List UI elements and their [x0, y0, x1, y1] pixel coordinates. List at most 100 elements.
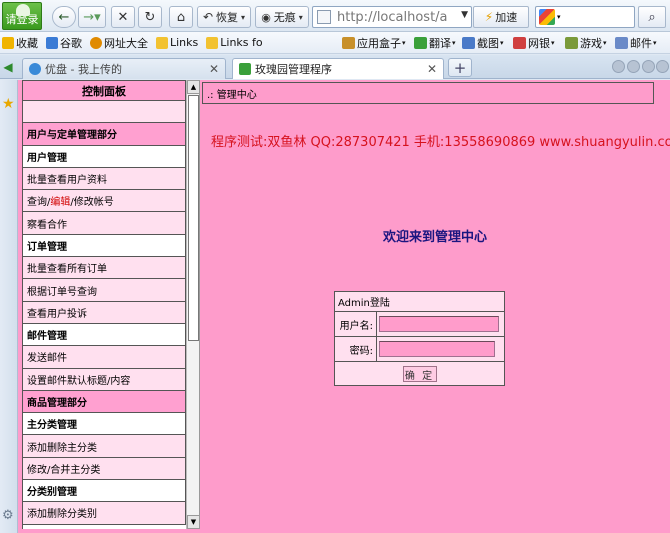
scroll-down-icon[interactable]: ▼ [187, 515, 200, 529]
address-url: http://localhost/adn [337, 9, 447, 25]
stop-button[interactable]: ✕ [111, 6, 135, 28]
menu-item-mail-defaults[interactable]: 设置邮件默认标题/内容 [23, 368, 186, 391]
sidebar-toggle-button[interactable]: ◀ [0, 58, 16, 76]
bookmark-item[interactable]: 谷歌 [46, 35, 82, 51]
chevron-down-icon: ▾ [298, 12, 303, 22]
apps-box-button[interactable]: 应用盒子 ▾ [342, 35, 406, 51]
scrollbar-thumb[interactable] [188, 95, 199, 341]
speed-button[interactable]: ⚡ 加速 [473, 6, 529, 28]
screenshot-button[interactable]: 截图 ▾ [462, 35, 504, 51]
tab-youpan[interactable]: 优盘 - 我上传的 ✕ [22, 58, 226, 79]
new-tab-button[interactable]: + [448, 58, 472, 77]
incognito-button[interactable]: ◉ 无痕 ▾ [255, 6, 309, 28]
close-icon[interactable]: ✕ [209, 62, 219, 76]
control-panel: 控制面板 用户与定单管理部分 用户管理 批量查看用户资料 查询/编辑/修改帐号 … [22, 80, 186, 529]
tab-favicon-icon [29, 63, 41, 75]
tab-scroll-right-icon[interactable] [627, 60, 640, 73]
back-button[interactable]: ← [52, 6, 76, 28]
games-icon [565, 37, 578, 49]
undo-icon: ↶ [202, 10, 214, 24]
login-heading: Admin登陆 [335, 292, 504, 312]
browser-toolbar: 请登录 ← →▾ ✕ ↻ ⌂ ↶ 恢复 ▾ ◉ 无痕 ▾ http://loca… [0, 0, 670, 32]
bookmark-item[interactable]: 收藏 [2, 35, 38, 51]
translate-icon [414, 37, 427, 49]
menu-group: 邮件管理 [23, 323, 186, 347]
translate-button[interactable]: 翻译 ▾ [414, 35, 456, 51]
menu-item-view-complaints[interactable]: 查看用户投诉 [23, 301, 186, 324]
bank-button[interactable]: 网银 ▾ [513, 35, 555, 51]
password-input[interactable] [379, 341, 495, 357]
bookmark-label: 收藏 [16, 36, 38, 50]
gear-icon[interactable]: ⚙ [2, 508, 14, 523]
sidebar-toggle-icon: ◀ [3, 60, 13, 74]
menu-item-merge-main-category[interactable]: 修改/合并主分类 [23, 457, 186, 481]
chevron-down-icon: ▾ [653, 39, 657, 47]
menu-item-query-order[interactable]: 根据订单号查询 [23, 279, 186, 302]
speed-label: 加速 [495, 11, 518, 24]
menu-item-view-cooperation[interactable]: 察看合作 [23, 212, 186, 235]
bookmark-label: Links fo [220, 36, 263, 49]
star-icon[interactable]: ★ [2, 96, 15, 112]
search-button[interactable]: ⌕ [638, 6, 666, 28]
tab-scroll-left-icon[interactable] [612, 60, 625, 73]
restore-button[interactable]: ↶ 恢复 ▾ [197, 6, 251, 28]
home-button[interactable]: ⌂ [169, 6, 193, 28]
star-icon [2, 36, 14, 49]
menu-item-batch-view-users[interactable]: 批量查看用户资料 [23, 167, 186, 191]
menu-section: 用户与定单管理部分 [23, 123, 186, 146]
mail-label: 邮件 [630, 37, 652, 50]
menu-group: 主分类管理 [23, 413, 186, 436]
games-button[interactable]: 游戏 ▾ [565, 35, 607, 51]
tab-menu-icon[interactable] [656, 60, 669, 73]
menu-item-send-mail[interactable]: 发送邮件 [23, 346, 186, 369]
menu-group: 用户管理 [23, 145, 186, 168]
address-bar[interactable]: http://localhost/adn ▼ [312, 6, 472, 28]
chevron-down-icon: ▾ [603, 39, 607, 47]
search-input[interactable]: ▾ [535, 6, 635, 28]
submit-button[interactable]: 确 定 [402, 366, 437, 382]
menu-blank-row [23, 101, 186, 124]
refresh-button[interactable]: ↻ [138, 6, 162, 28]
apps-box-label: 应用盒子 [357, 37, 401, 50]
incognito-label: 无痕 [273, 11, 296, 24]
username-input[interactable] [379, 316, 499, 332]
back-arrow-icon: ← [58, 9, 70, 25]
menu-item-highlight: 编辑 [50, 197, 71, 209]
menu-item-query-edit-account[interactable]: 查询/编辑/修改帐号 [23, 190, 186, 213]
main-frame: .: 管理中心 程序测试:双鱼林 QQ:287307421 手机:1355869… [200, 80, 670, 533]
login-button[interactable]: 请登录 [2, 2, 42, 30]
mail-button[interactable]: 邮件 ▾ [615, 35, 657, 51]
forward-button[interactable]: →▾ [78, 6, 106, 28]
menu-item-label: 查询/ [27, 197, 51, 209]
menu-item-batch-view-orders[interactable]: 批量查看所有订单 [23, 257, 186, 280]
menu-item-add-delete-subcategory[interactable]: 添加删除分类别 [23, 502, 186, 525]
incognito-icon: ◉ [261, 10, 271, 24]
page-content: 控制面板 用户与定单管理部分 用户管理 批量查看用户资料 查询/编辑/修改帐号 … [18, 80, 670, 533]
admin-login-form: Admin登陆 用户名: 密码: 确 定 [334, 291, 505, 386]
menu-item-add-delete-main-category[interactable]: 添加删除主分类 [23, 435, 186, 458]
tab-title: 玫瑰园管理程序 [255, 63, 332, 76]
bookmark-item[interactable]: Links [156, 36, 198, 49]
close-icon: ✕ [117, 9, 129, 25]
bolt-icon: ⚡ [484, 10, 494, 24]
chevron-down-icon: ▾ [500, 39, 504, 47]
username-row: 用户名: [335, 312, 504, 337]
password-row: 密码: [335, 337, 504, 362]
username-label: 用户名: [335, 312, 377, 336]
tab-list-icon[interactable] [642, 60, 655, 73]
home-icon: ⌂ [176, 9, 186, 25]
menu-group: 分类别管理 [23, 480, 186, 503]
bookmarks-bar: 收藏 谷歌 网址大全 Links Links fo 应用盒子 ▾ 翻译 ▾ 截图 ▾ … [0, 32, 670, 54]
tab-favicon-icon [239, 63, 251, 75]
chevron-down-icon[interactable]: ▼ [461, 10, 468, 20]
close-icon[interactable]: ✕ [427, 62, 437, 76]
tab-title: 优盘 - 我上传的 [45, 63, 122, 76]
tab-rose-admin[interactable]: 玫瑰园管理程序 ✕ [232, 58, 444, 79]
menu-group: 订单管理 [23, 234, 186, 258]
panel-scrollbar[interactable]: ▲ ▼ [186, 80, 200, 529]
scroll-up-icon[interactable]: ▲ [187, 80, 200, 94]
panel-title: 控制面板 [23, 80, 186, 101]
bookmark-item[interactable]: 网址大全 [90, 35, 148, 51]
menu-item-label: /修改帐号 [70, 197, 114, 209]
bookmark-item[interactable]: Links fo [206, 36, 263, 49]
